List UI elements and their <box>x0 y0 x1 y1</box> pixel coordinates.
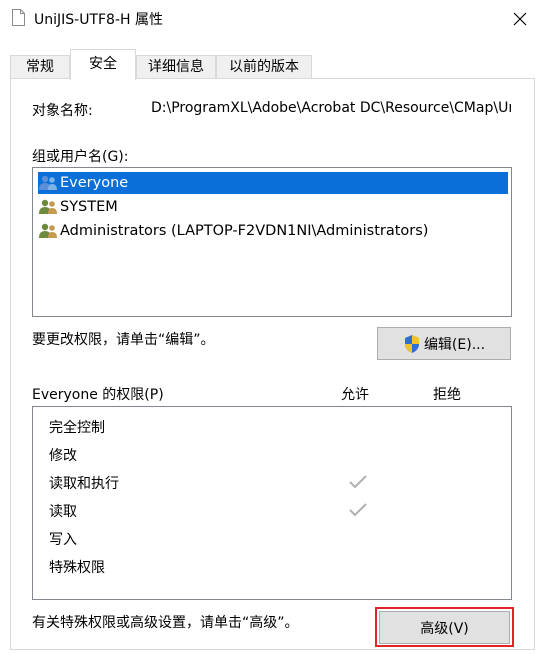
tab-label: 详细信息 <box>148 59 204 75</box>
list-item-label: SYSTEM <box>60 199 118 215</box>
permissions-list: 完全控制 修改 读取和执行 读取 写入 特殊权限 <box>32 406 512 600</box>
allow-check-icon <box>349 503 367 517</box>
permission-name: 修改 <box>49 448 77 464</box>
title-bar: UniJIS-UTF8-H 属性 <box>0 0 543 38</box>
permission-name: 读取 <box>49 504 77 520</box>
list-item-label: Administrators (LAPTOP-F2VDN1NI\Administ… <box>60 223 429 239</box>
edit-button-label: 编辑(E)... <box>423 336 486 353</box>
advanced-hint: 有关特殊权限或高级设置，请单击“高级”。 <box>32 615 299 631</box>
deny-column-header: 拒绝 <box>433 387 461 403</box>
groups-listbox[interactable]: Everyone SYSTEM Administrators (LAPTOP-F… <box>32 167 512 317</box>
tab-strip: 常规 安全 详细信息 以前的版本 <box>10 49 535 80</box>
window-title: UniJIS-UTF8-H 属性 <box>34 12 163 28</box>
document-icon <box>12 9 25 26</box>
permission-name: 读取和执行 <box>49 476 119 492</box>
tab-label: 以前的版本 <box>229 59 299 75</box>
close-button[interactable] <box>505 4 535 34</box>
tab-security[interactable]: 安全 <box>70 49 136 80</box>
list-item-administrators[interactable]: Administrators (LAPTOP-F2VDN1NI\Administ… <box>38 220 428 242</box>
tab-details[interactable]: 详细信息 <box>136 55 216 79</box>
highlight-box <box>375 607 514 647</box>
uac-shield-icon <box>404 334 419 353</box>
list-item-system[interactable]: SYSTEM <box>38 196 118 218</box>
close-icon <box>513 12 527 26</box>
permissions-label: Everyone 的权限(P) <box>32 387 164 403</box>
users-icon <box>39 175 57 190</box>
allow-check-icon <box>349 475 367 489</box>
permission-name: 特殊权限 <box>49 560 105 576</box>
permission-name: 完全控制 <box>49 420 105 436</box>
users-icon <box>39 199 57 214</box>
groups-label: 组或用户名(G): <box>32 149 129 165</box>
list-item-label: Everyone <box>60 175 129 191</box>
allow-column-header: 允许 <box>341 387 369 403</box>
tab-previous-versions[interactable]: 以前的版本 <box>216 55 312 79</box>
object-name-value: D:\ProgramXL\Adobe\Acrobat DC\Resource\C… <box>151 100 511 116</box>
list-item-everyone[interactable]: Everyone <box>38 172 508 194</box>
tab-label: 安全 <box>89 56 117 72</box>
users-icon <box>39 223 57 238</box>
tab-label: 常规 <box>26 59 54 75</box>
object-name-label: 对象名称: <box>32 103 93 119</box>
permission-name: 写入 <box>49 532 77 548</box>
edit-button[interactable]: 编辑(E)... <box>377 327 511 360</box>
tab-general[interactable]: 常规 <box>10 55 70 79</box>
edit-hint: 要更改权限，请单击“编辑”。 <box>32 332 215 348</box>
